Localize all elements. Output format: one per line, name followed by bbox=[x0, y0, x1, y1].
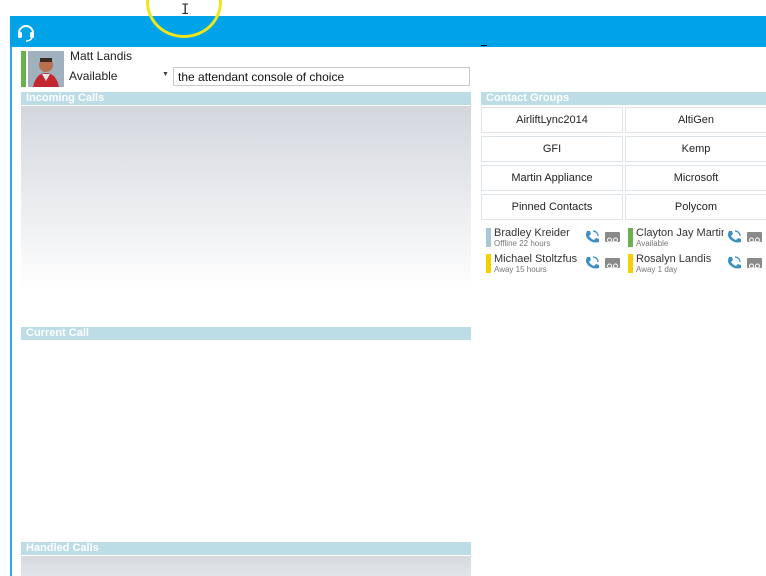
contact-status: Available bbox=[636, 239, 669, 248]
contact-item[interactable]: Rosalyn Landis Away 1 day bbox=[628, 253, 766, 275]
voicemail-icon[interactable] bbox=[605, 232, 620, 243]
contact-name: Clayton Jay Martin bbox=[636, 227, 724, 239]
phone-icon[interactable] bbox=[584, 255, 600, 271]
window-left-border bbox=[10, 47, 12, 576]
group-button[interactable]: AltiGen bbox=[625, 107, 766, 133]
incoming-calls-list bbox=[21, 106, 471, 291]
user-photo bbox=[28, 51, 64, 87]
avatar[interactable] bbox=[28, 51, 64, 87]
group-button[interactable]: Kemp bbox=[625, 136, 766, 162]
handled-calls-header: Handled Calls bbox=[21, 542, 471, 555]
group-button[interactable]: AirliftLync2014 bbox=[481, 107, 623, 133]
attendant-console: I Matt Landis Available ▼ Incoming Calls… bbox=[0, 0, 766, 576]
contact-name: Rosalyn Landis bbox=[636, 253, 712, 265]
group-button[interactable]: Polycom bbox=[625, 194, 766, 220]
title-bar bbox=[10, 16, 766, 47]
phone-icon[interactable] bbox=[584, 229, 600, 245]
headset-icon[interactable] bbox=[16, 22, 36, 42]
presence-indicator bbox=[21, 51, 26, 87]
divider bbox=[481, 45, 487, 46]
current-call-header: Current Call bbox=[21, 327, 471, 340]
contact-item[interactable]: Clayton Jay Martin Available bbox=[628, 227, 766, 249]
contact-item[interactable]: Bradley Kreider Offline 22 hours bbox=[486, 227, 622, 249]
presence-indicator bbox=[486, 228, 491, 247]
voicemail-icon[interactable] bbox=[747, 232, 762, 243]
contact-name: Michael Stoltzfus bbox=[494, 253, 578, 265]
presence-indicator bbox=[628, 228, 633, 247]
voicemail-icon[interactable] bbox=[605, 258, 620, 269]
voicemail-icon[interactable] bbox=[747, 258, 762, 269]
incoming-calls-header: Incoming Calls bbox=[21, 92, 471, 105]
contact-groups-header: Contact Groups bbox=[481, 92, 766, 105]
contact-status: Away 15 hours bbox=[494, 265, 547, 274]
contact-status: Offline 22 hours bbox=[494, 239, 551, 248]
contact-status: Away 1 day bbox=[636, 265, 678, 274]
presence-indicator bbox=[628, 254, 633, 273]
personal-note-input[interactable] bbox=[173, 67, 470, 86]
group-button[interactable]: Microsoft bbox=[625, 165, 766, 191]
user-name: Matt Landis bbox=[70, 49, 133, 63]
text-cursor-icon: I bbox=[181, 2, 190, 18]
handled-calls-list bbox=[21, 556, 471, 576]
group-button[interactable]: Pinned Contacts bbox=[481, 194, 623, 220]
chevron-down-icon[interactable]: ▼ bbox=[162, 71, 169, 78]
presence-indicator bbox=[486, 254, 491, 273]
phone-icon[interactable] bbox=[726, 229, 742, 245]
group-button[interactable]: GFI bbox=[481, 136, 623, 162]
contact-item[interactable]: Michael Stoltzfus Away 15 hours bbox=[486, 253, 622, 275]
phone-icon[interactable] bbox=[726, 255, 742, 271]
contact-name: Bradley Kreider bbox=[494, 227, 570, 239]
group-button[interactable]: Martin Appliance bbox=[481, 165, 623, 191]
status-dropdown[interactable]: Available bbox=[69, 69, 117, 83]
